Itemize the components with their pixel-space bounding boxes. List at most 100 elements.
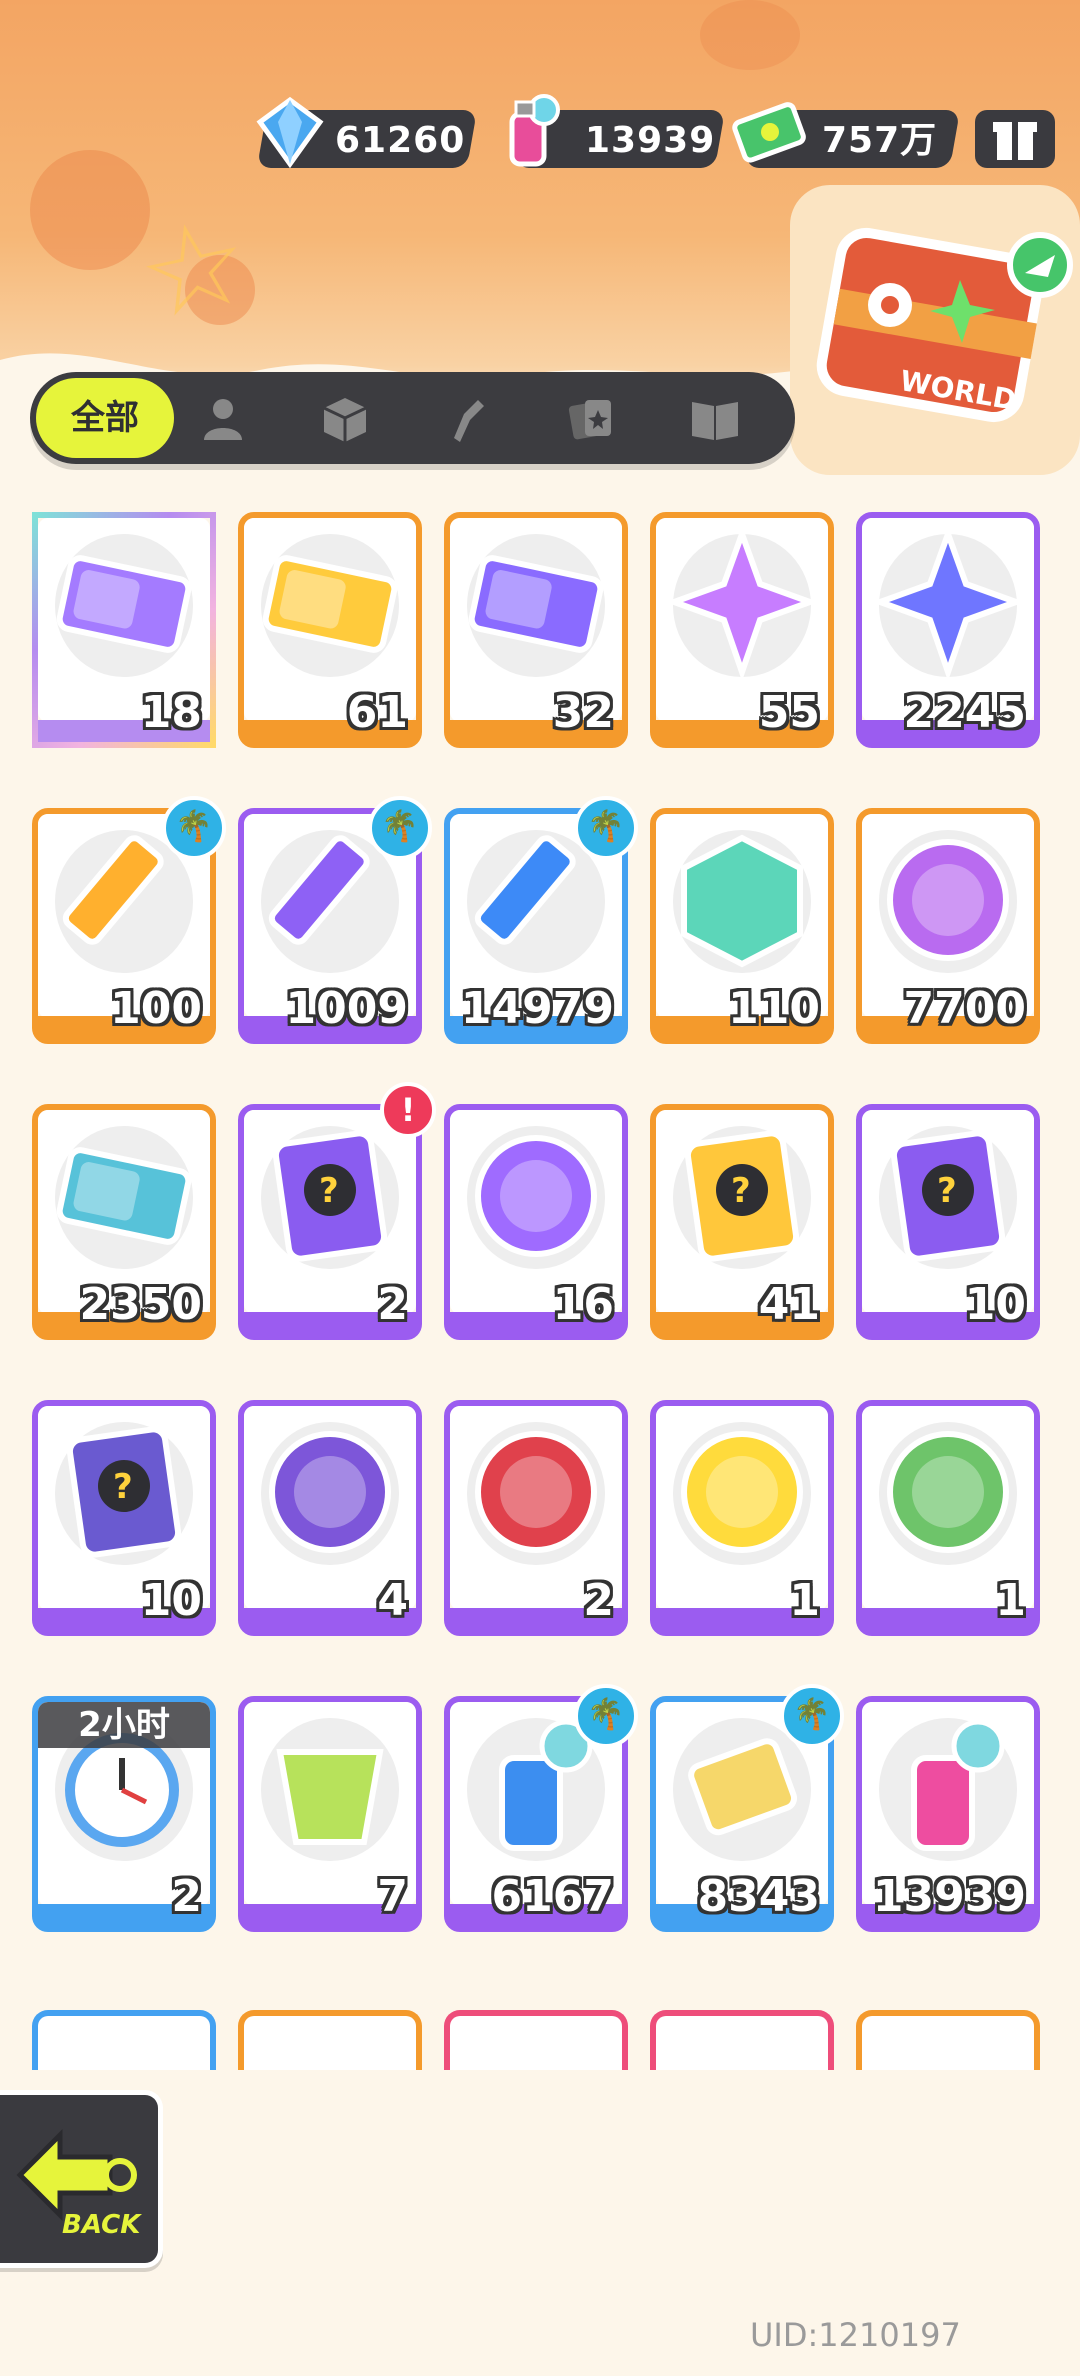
item-slot[interactable]: 2350 <box>32 1104 216 1340</box>
item-slot[interactable] <box>650 2010 834 2070</box>
palm-badge-icon: 🌴 <box>368 796 432 860</box>
item-count: 6167 <box>491 1871 614 1922</box>
brush-icon[interactable] <box>440 392 494 446</box>
item-count: 2 <box>171 1871 202 1922</box>
svg-text:?: ? <box>319 1171 339 1211</box>
cash-count: 757万 <box>822 120 938 161</box>
item-count: 41 <box>758 1279 820 1330</box>
item-count: 10 <box>140 1575 202 1626</box>
mystery-egg-icon <box>475 1135 597 1257</box>
person-icon[interactable] <box>196 392 250 446</box>
item-slot[interactable]: 55 <box>650 512 834 748</box>
item-slot[interactable]: 16 <box>444 1104 628 1340</box>
item-slot[interactable]: 1 <box>856 1400 1040 1636</box>
back-arrow-icon: BACK <box>16 2128 142 2240</box>
svg-text:?: ? <box>937 1171 957 1211</box>
item-slot[interactable] <box>444 2010 628 2070</box>
timer-label: 2小时 <box>38 1702 210 1748</box>
gift-icon <box>993 122 1037 160</box>
color-cube-icon <box>681 834 803 968</box>
item-slot[interactable]: 14979 🌴 <box>444 796 638 1044</box>
item-slot[interactable]: 110 <box>650 808 834 1044</box>
box-icon[interactable] <box>318 392 372 446</box>
item-slot[interactable]: 1009 🌴 <box>238 796 432 1044</box>
item-slot[interactable] <box>856 2010 1040 2070</box>
cash-icon <box>730 92 810 172</box>
back-button[interactable]: BACK <box>0 2090 163 2268</box>
item-slot[interactable] <box>32 2010 216 2070</box>
diamond-icon <box>250 92 330 172</box>
item-slot[interactable]: ? 41 <box>650 1104 834 1340</box>
palm-badge-icon: 🌴 <box>574 1684 638 1748</box>
item-count: 1 <box>995 1575 1026 1626</box>
item-count: 7700 <box>903 983 1026 1034</box>
book-icon[interactable] <box>688 392 742 446</box>
suitcase-icon: WORLD <box>816 227 1073 423</box>
deity-ticket-icon <box>56 555 192 653</box>
gold-ticket-icon <box>262 555 398 653</box>
item-slot[interactable]: 13939 <box>856 1696 1040 1932</box>
item-slot[interactable]: 32 <box>444 512 628 748</box>
spray-count: 13939 <box>585 120 716 161</box>
item-count: 2350 <box>79 1279 202 1330</box>
diamond-count: 61260 <box>335 120 466 161</box>
item-count: 61 <box>346 687 408 738</box>
palm-badge-icon: 🌴 <box>574 796 638 860</box>
item-slot[interactable]: 18 <box>32 512 216 748</box>
cards-icon[interactable] <box>565 392 619 446</box>
item-slot[interactable]: 6167 🌴 <box>444 1684 638 1932</box>
spray-can-icon <box>490 92 570 172</box>
item-slot[interactable] <box>238 2010 422 2070</box>
inventory-grid: 18 61 32 55 2245 100 🌴 1009 🌴 14979 🌴 110 7700 2350? 2… <box>0 500 1080 2065</box>
palm-badge-icon: 🌴 <box>780 1684 844 1748</box>
deity-purple-mystery-icon: ? <box>890 1130 1006 1262</box>
item-count: 55 <box>758 687 820 738</box>
pink-spray-icon <box>911 1719 1005 1851</box>
item-count: 100 <box>110 983 202 1034</box>
item-slot[interactable]: 2245 <box>856 512 1040 748</box>
item-count: 110 <box>728 983 820 1034</box>
cool-coin-icon <box>887 839 1009 961</box>
gift-button[interactable] <box>975 110 1055 168</box>
item-slot[interactable]: ? 2! <box>238 1082 436 1340</box>
item-count: 32 <box>552 687 614 738</box>
item-count: 7 <box>377 1871 408 1922</box>
item-count: 2245 <box>903 687 1026 738</box>
item-slot[interactable]: 7700 <box>856 808 1040 1044</box>
splash-decoration <box>700 0 800 70</box>
item-slot[interactable]: 8343 🌴 <box>650 1684 844 1932</box>
svg-text:?: ? <box>113 1467 133 1507</box>
sprout-pet-coin-icon <box>887 1431 1009 1553</box>
purple-ticket-icon <box>468 555 604 653</box>
item-slot[interactable]: 7 <box>238 1696 422 1932</box>
item-count: 18 <box>140 687 202 738</box>
travel-card-icon: ? <box>272 1130 388 1262</box>
fish-pet-coin-icon <box>475 1431 597 1553</box>
item-count: 4 <box>377 1575 408 1626</box>
rainbow-star-icon <box>668 528 816 678</box>
jelly-pet-coin-icon <box>681 1431 803 1553</box>
palm-badge-icon: 🌴 <box>162 796 226 860</box>
season-ticket-icon <box>56 1147 192 1245</box>
tab-all[interactable]: 全部 <box>36 378 174 458</box>
deity-gold-mystery-icon: ? <box>684 1130 800 1262</box>
item-count: 8343 <box>697 1871 820 1922</box>
item-slot[interactable]: 2 <box>444 1400 628 1636</box>
item-slot[interactable]: ? 10 <box>856 1104 1040 1340</box>
back-label: BACK <box>62 2210 142 2240</box>
user-id: UID:1210197 <box>750 2316 961 2354</box>
item-count: 1 <box>789 1575 820 1626</box>
alert-badge-icon: ! <box>380 1082 436 1138</box>
item-slot[interactable]: 2 2小时 <box>32 1696 216 1932</box>
item-count: 1009 <box>285 983 408 1034</box>
item-slot[interactable]: 61 <box>238 512 422 748</box>
item-slot[interactable]: 100 🌴 <box>32 796 226 1044</box>
item-slot[interactable]: 4 <box>238 1400 422 1636</box>
blue-star-icon <box>874 528 1022 678</box>
world-case-button[interactable]: WORLD <box>790 185 1080 475</box>
item-slot[interactable]: ? 10 <box>32 1400 216 1636</box>
item-count: 14979 <box>460 983 614 1034</box>
item-count: 13939 <box>872 1871 1026 1922</box>
item-count: 2 <box>583 1575 614 1626</box>
item-slot[interactable]: 1 <box>650 1400 834 1636</box>
